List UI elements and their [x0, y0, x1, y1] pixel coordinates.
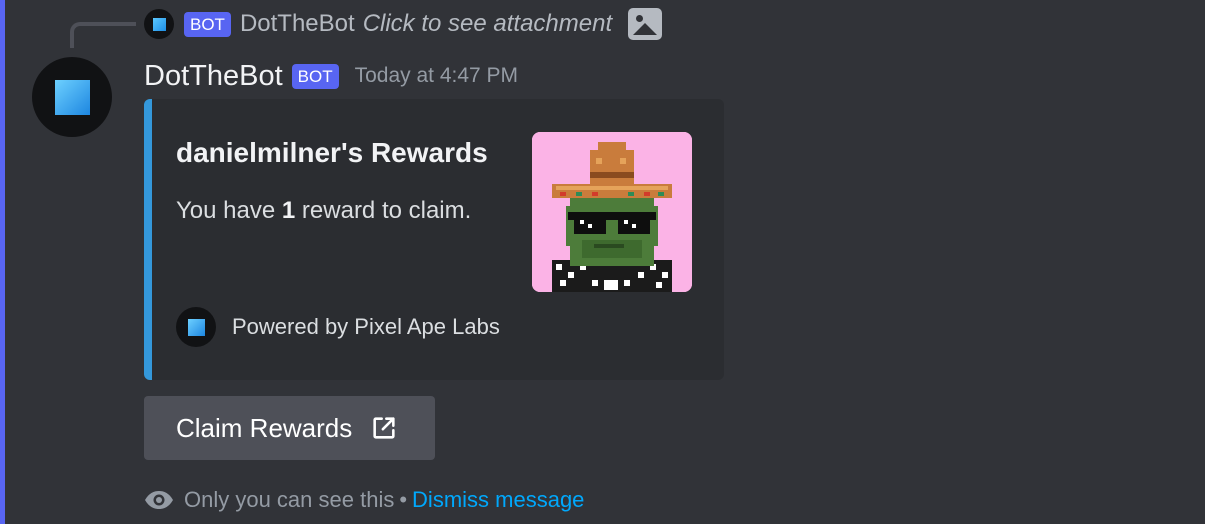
reply-text[interactable]: Click to see attachment	[363, 10, 612, 38]
highlight-bar	[0, 0, 5, 524]
reply-avatar[interactable]	[144, 9, 174, 39]
description-prefix: You have	[176, 197, 282, 224]
reply-author[interactable]: DotTheBot	[240, 10, 355, 38]
reply-preview[interactable]: BOT DotTheBot Click to see attachment	[144, 8, 663, 40]
reply-bot-tag: BOT	[184, 11, 231, 37]
bot-tag: BOT	[291, 63, 339, 89]
dismiss-message-link[interactable]: Dismiss message	[412, 487, 584, 513]
footer-text: Powered by Pixel Ape Labs	[232, 314, 500, 339]
embed-thumbnail[interactable]	[532, 132, 692, 292]
claim-rewards-button[interactable]: Claim Rewards	[144, 396, 435, 460]
ephemeral-text: Only you can see this	[184, 487, 395, 512]
description-suffix: reward to claim.	[295, 197, 472, 224]
footer-logo-icon	[176, 307, 216, 347]
rewards-embed: danielmilner's Rewards You have 1 reward…	[144, 99, 724, 380]
reply-spine	[70, 22, 136, 48]
ephemeral-notice: Only you can see this • Dismiss message	[144, 484, 584, 516]
timestamp[interactable]: Today at 4:47 PM	[355, 64, 518, 88]
claim-rewards-label: Claim Rewards	[176, 412, 353, 443]
pixel-ape-image	[532, 132, 692, 292]
image-icon[interactable]	[628, 8, 663, 40]
message-pane: BOT DotTheBot Click to see attachment Do…	[0, 0, 1205, 524]
message-header: DotTheBot BOT Today at 4:47 PM	[144, 56, 518, 96]
embed-description: You have 1 reward to claim.	[176, 197, 471, 225]
separator: •	[399, 487, 408, 512]
embed-footer: Powered by Pixel Ape Labs	[176, 307, 500, 347]
reward-count: 1	[281, 197, 296, 224]
eye-icon	[145, 491, 173, 509]
external-link-icon	[373, 417, 395, 439]
embed-title: danielmilner's Rewards	[176, 137, 488, 168]
author-avatar[interactable]	[32, 57, 112, 137]
author-name[interactable]: DotTheBot	[144, 60, 283, 93]
